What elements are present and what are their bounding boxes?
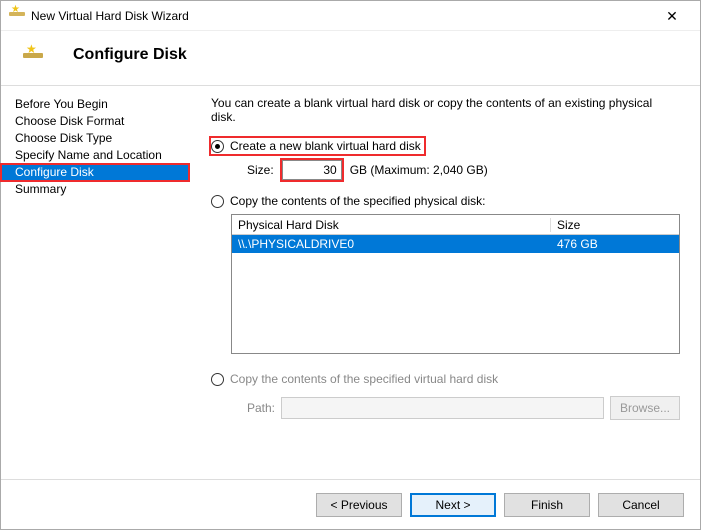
- next-button[interactable]: Next >: [410, 493, 496, 517]
- col-size: Size: [551, 218, 679, 232]
- step-choose-disk-type[interactable]: Choose Disk Type: [1, 130, 189, 147]
- option-blank-disk[interactable]: Create a new blank virtual hard disk: [211, 138, 680, 154]
- option-copy-physical[interactable]: Copy the contents of the specified physi…: [211, 194, 680, 208]
- titlebar: New Virtual Hard Disk Wizard ✕: [1, 1, 700, 31]
- option-copy-virtual-label: Copy the contents of the specified virtu…: [230, 372, 498, 386]
- previous-button[interactable]: < Previous: [316, 493, 402, 517]
- physical-disk-table[interactable]: Physical Hard Disk Size \\.\PHYSICALDRIV…: [231, 214, 680, 354]
- step-choose-disk-format[interactable]: Choose Disk Format: [1, 113, 189, 130]
- cancel-button[interactable]: Cancel: [598, 493, 684, 517]
- radio-icon: [211, 195, 224, 208]
- wizard-steps: Before You Begin Choose Disk Format Choo…: [1, 86, 189, 486]
- table-header: Physical Hard Disk Size: [232, 215, 679, 235]
- option-copy-virtual[interactable]: Copy the contents of the specified virtu…: [211, 372, 680, 386]
- step-specify-name-location[interactable]: Specify Name and Location: [1, 147, 189, 164]
- size-label: Size:: [247, 163, 274, 177]
- cell-disk-name: \\.\PHYSICALDRIVE0: [232, 237, 551, 251]
- radio-icon: [211, 140, 224, 153]
- option-copy-physical-label: Copy the contents of the specified physi…: [230, 194, 485, 208]
- page-title: Configure Disk: [73, 46, 187, 64]
- path-label: Path:: [247, 401, 275, 415]
- browse-button: Browse...: [610, 396, 680, 420]
- radio-icon: [211, 373, 224, 386]
- step-before-you-begin[interactable]: Before You Begin: [1, 96, 189, 113]
- window-title: New Virtual Hard Disk Wizard: [31, 9, 652, 23]
- size-input[interactable]: [282, 160, 342, 180]
- step-summary[interactable]: Summary: [1, 181, 189, 198]
- finish-button[interactable]: Finish: [504, 493, 590, 517]
- wizard-large-icon: [23, 47, 43, 67]
- close-icon[interactable]: ✕: [652, 2, 692, 30]
- cell-disk-size: 476 GB: [551, 237, 679, 251]
- header: Configure Disk: [1, 31, 700, 86]
- size-suffix: GB (Maximum: 2,040 GB): [350, 163, 488, 177]
- step-configure-disk[interactable]: Configure Disk: [1, 164, 189, 181]
- path-input: [281, 397, 604, 419]
- footer: < Previous Next > Finish Cancel: [1, 479, 700, 529]
- option-blank-label: Create a new blank virtual hard disk: [230, 139, 421, 153]
- wizard-icon: [9, 8, 25, 24]
- table-row[interactable]: \\.\PHYSICALDRIVE0 476 GB: [232, 235, 679, 253]
- col-physical-disk: Physical Hard Disk: [232, 218, 551, 232]
- content-pane: You can create a blank virtual hard disk…: [189, 86, 700, 486]
- description-text: You can create a blank virtual hard disk…: [211, 96, 680, 124]
